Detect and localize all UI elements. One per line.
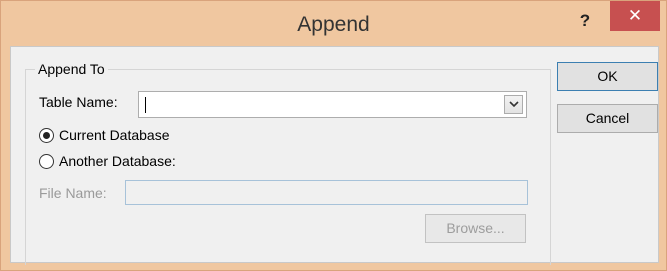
another-database-label: Another Database: [59,153,176,169]
file-name-field[interactable] [125,180,528,205]
file-name-label: File Name: [39,185,107,201]
table-name-dropdown-button[interactable] [504,95,523,114]
append-to-legend: Append To [35,61,108,77]
text-caret [145,97,146,113]
chevron-down-icon [508,101,519,108]
current-database-radio[interactable] [39,127,54,143]
title-bar[interactable]: Append ? ✕ [1,1,666,47]
browse-button[interactable]: Browse... [425,214,526,243]
current-database-label: Current Database [59,127,170,143]
close-icon: ✕ [627,6,643,25]
radio-selected-dot [43,131,50,139]
help-button[interactable]: ? [570,9,600,33]
table-name-label: Table Name: [39,94,118,110]
another-database-option[interactable]: Another Database: [39,153,176,169]
dialog-body: Append To Table Name: Current Database A… [10,46,659,265]
ok-button[interactable]: OK [557,62,658,91]
another-database-radio[interactable] [39,153,54,169]
append-dialog: Append ? ✕ Append To Table Name: Current… [0,0,667,271]
cancel-button[interactable]: Cancel [557,104,658,133]
close-button[interactable]: ✕ [610,1,660,31]
dialog-title: Append [297,13,370,36]
table-name-combobox[interactable] [138,91,527,118]
current-database-option[interactable]: Current Database [39,127,170,143]
help-icon: ? [579,11,591,30]
